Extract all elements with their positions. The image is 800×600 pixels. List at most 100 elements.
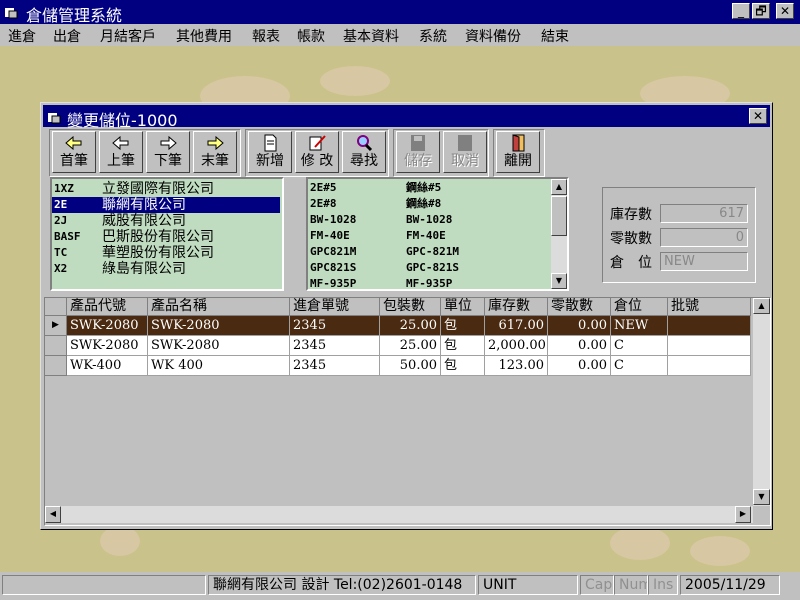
next-record-button[interactable]: 下筆 — [146, 131, 190, 173]
table-cell[interactable]: 25.00 — [380, 316, 441, 336]
product-list-scrollbar[interactable]: ▲ ▼ — [551, 179, 567, 289]
restore-button[interactable]: 🗗 — [752, 3, 770, 19]
customer-list-item[interactable]: BASF 巴斯股份有限公司 — [52, 229, 280, 245]
current-row-indicator-icon: ▶ — [45, 316, 67, 336]
menu-item-accounts[interactable]: 帳款 — [297, 26, 325, 46]
column-header-inbound-no[interactable]: 進倉單號 — [290, 298, 380, 316]
dialog-close-button[interactable]: ✕ — [749, 108, 767, 124]
table-cell[interactable]: WK-400 — [67, 356, 148, 376]
table-cell[interactable]: C — [611, 336, 668, 356]
product-list-item[interactable]: GPC821S GPC-821S — [308, 260, 548, 276]
product-list-item[interactable]: 2E#8 鋼絲#8 — [308, 196, 548, 212]
grid-vertical-scrollbar[interactable]: ▲ ▼ — [753, 298, 770, 506]
customer-list-item-selected[interactable]: 2E 聯網有限公司 — [52, 197, 280, 213]
product-list-item[interactable]: BW-1028 BW-1028 — [308, 212, 548, 228]
product-list-item[interactable]: FM-40E FM-40E — [308, 228, 548, 244]
last-record-button[interactable]: 末筆 — [193, 131, 237, 173]
previous-record-button[interactable]: 上筆 — [99, 131, 143, 173]
save-button[interactable]: 儲存 — [396, 131, 440, 173]
exit-dialog-button[interactable]: 離開 — [496, 131, 540, 173]
table-cell[interactable]: 617.00 — [485, 316, 548, 336]
menu-bar: 進倉 出倉 月結客戶 其他費用 報表 帳款 基本資料 系統 資料備份 結束 — [0, 24, 800, 46]
product-list-item[interactable]: 2E#5 鋼絲#5 — [308, 180, 548, 196]
column-header-unit[interactable]: 單位 — [441, 298, 485, 316]
cancel-icon — [458, 135, 472, 151]
menu-item-stock-out[interactable]: 出倉 — [53, 26, 81, 46]
column-header-loose[interactable]: 零散數 — [548, 298, 611, 316]
table-cell[interactable]: 包 — [441, 356, 485, 376]
first-record-button[interactable]: 首筆 — [52, 131, 96, 173]
table-cell[interactable]: 2345 — [290, 316, 380, 336]
scrollbar-corner — [753, 506, 770, 523]
menu-item-other-fees[interactable]: 其他費用 — [176, 26, 232, 46]
table-cell[interactable]: SWK-2080 — [67, 316, 148, 336]
magnifier-icon — [357, 135, 373, 152]
scroll-down-icon[interactable]: ▼ — [753, 489, 770, 505]
inventory-grid[interactable]: 產品代號 產品名稱 進倉單號 包裝數 單位 庫存數 零散數 倉位 批號 ▶ SW… — [44, 297, 771, 526]
table-cell[interactable] — [668, 336, 751, 356]
product-list-item[interactable]: MF-935P MF-935P — [308, 276, 548, 289]
table-cell[interactable]: 包 — [441, 336, 485, 356]
cancel-button[interactable]: 取消 — [443, 131, 487, 173]
menu-item-backup[interactable]: 資料備份 — [465, 26, 521, 46]
column-header-product-code[interactable]: 產品代號 — [67, 298, 148, 316]
arrow-left-icon — [112, 135, 129, 151]
column-header-package-qty[interactable]: 包裝數 — [380, 298, 441, 316]
menu-item-system[interactable]: 系統 — [419, 26, 447, 46]
customer-list-item[interactable]: 1XZ 立發國際有限公司 — [52, 181, 280, 197]
customer-list[interactable]: 1XZ 立發國際有限公司 2E 聯網有限公司 2J 威股有限公司 BASF 巴斯股份有限… — [50, 177, 284, 291]
table-cell[interactable]: 0.00 — [548, 316, 611, 336]
table-cell[interactable]: WK 400 — [148, 356, 290, 376]
column-header-batch[interactable]: 批號 — [668, 298, 751, 316]
customer-list-item[interactable]: TC 華塑股份有限公司 — [52, 245, 280, 261]
table-row-current[interactable]: ▶ SWK-2080 SWK-2080 2345 25.00 包 617.00 … — [45, 316, 751, 336]
menu-item-monthly-customers[interactable]: 月結客戶 — [100, 26, 156, 46]
table-cell[interactable]: 50.00 — [380, 356, 441, 376]
column-header-stock[interactable]: 庫存數 — [485, 298, 548, 316]
menu-item-basic-data[interactable]: 基本資料 — [343, 26, 399, 46]
loose-field: 0 — [660, 228, 748, 247]
scroll-left-icon[interactable]: ◀ — [45, 506, 61, 523]
row-indicator — [45, 356, 67, 376]
table-cell[interactable]: 2345 — [290, 356, 380, 376]
table-cell[interactable]: 2345 — [290, 336, 380, 356]
close-button[interactable]: ✕ — [776, 3, 794, 19]
table-cell[interactable]: 0.00 — [548, 336, 611, 356]
new-record-button[interactable]: 新增 — [248, 131, 292, 173]
table-cell[interactable]: SWK-2080 — [148, 316, 290, 336]
product-list[interactable]: 2E#5 鋼絲#5 2E#8 鋼絲#8 BW-1028 BW-1028 FM-40E F… — [306, 177, 569, 291]
scroll-up-icon[interactable]: ▲ — [753, 298, 770, 314]
table-cell[interactable]: 0.00 — [548, 356, 611, 376]
table-row[interactable]: WK-400 WK 400 2345 50.00 包 123.00 0.00 C — [45, 356, 751, 376]
table-cell[interactable]: 25.00 — [380, 336, 441, 356]
find-button[interactable]: 尋找 — [342, 131, 386, 173]
table-cell[interactable] — [668, 356, 751, 376]
table-row[interactable]: SWK-2080 SWK-2080 2345 25.00 包 2,000.00 … — [45, 336, 751, 356]
customer-list-item[interactable]: 2J 威股有限公司 — [52, 213, 280, 229]
table-cell[interactable]: SWK-2080 — [148, 336, 290, 356]
menu-item-reports[interactable]: 報表 — [252, 26, 280, 46]
table-cell[interactable]: C — [611, 356, 668, 376]
table-cell[interactable]: 包 — [441, 316, 485, 336]
minimize-button[interactable]: _ — [732, 3, 750, 19]
column-header-location[interactable]: 倉位 — [611, 298, 668, 316]
table-cell[interactable]: 123.00 — [485, 356, 548, 376]
table-cell[interactable]: NEW — [611, 316, 668, 336]
product-list-item[interactable]: GPC821M GPC-821M — [308, 244, 548, 260]
menu-item-exit[interactable]: 結束 — [541, 26, 569, 46]
scroll-up-icon[interactable]: ▲ — [551, 179, 567, 195]
scroll-right-icon[interactable]: ▶ — [735, 506, 751, 523]
scroll-down-icon[interactable]: ▼ — [551, 273, 567, 289]
table-cell[interactable]: SWK-2080 — [67, 336, 148, 356]
menu-item-stock-in[interactable]: 進倉 — [8, 26, 36, 46]
customer-list-item[interactable]: X2 綠島有限公司 — [52, 261, 280, 277]
status-caps: Caps — [580, 575, 614, 595]
table-cell[interactable] — [668, 316, 751, 336]
table-cell[interactable]: 2,000.00 — [485, 336, 548, 356]
scroll-thumb[interactable] — [551, 196, 567, 236]
row-indicator — [45, 336, 67, 356]
column-header-product-name[interactable]: 產品名稱 — [148, 298, 290, 316]
edit-record-button[interactable]: 修 改 — [295, 131, 339, 173]
grid-horizontal-scrollbar[interactable]: ◀ ▶ — [45, 506, 753, 523]
loose-label: 零散數 — [610, 231, 652, 247]
